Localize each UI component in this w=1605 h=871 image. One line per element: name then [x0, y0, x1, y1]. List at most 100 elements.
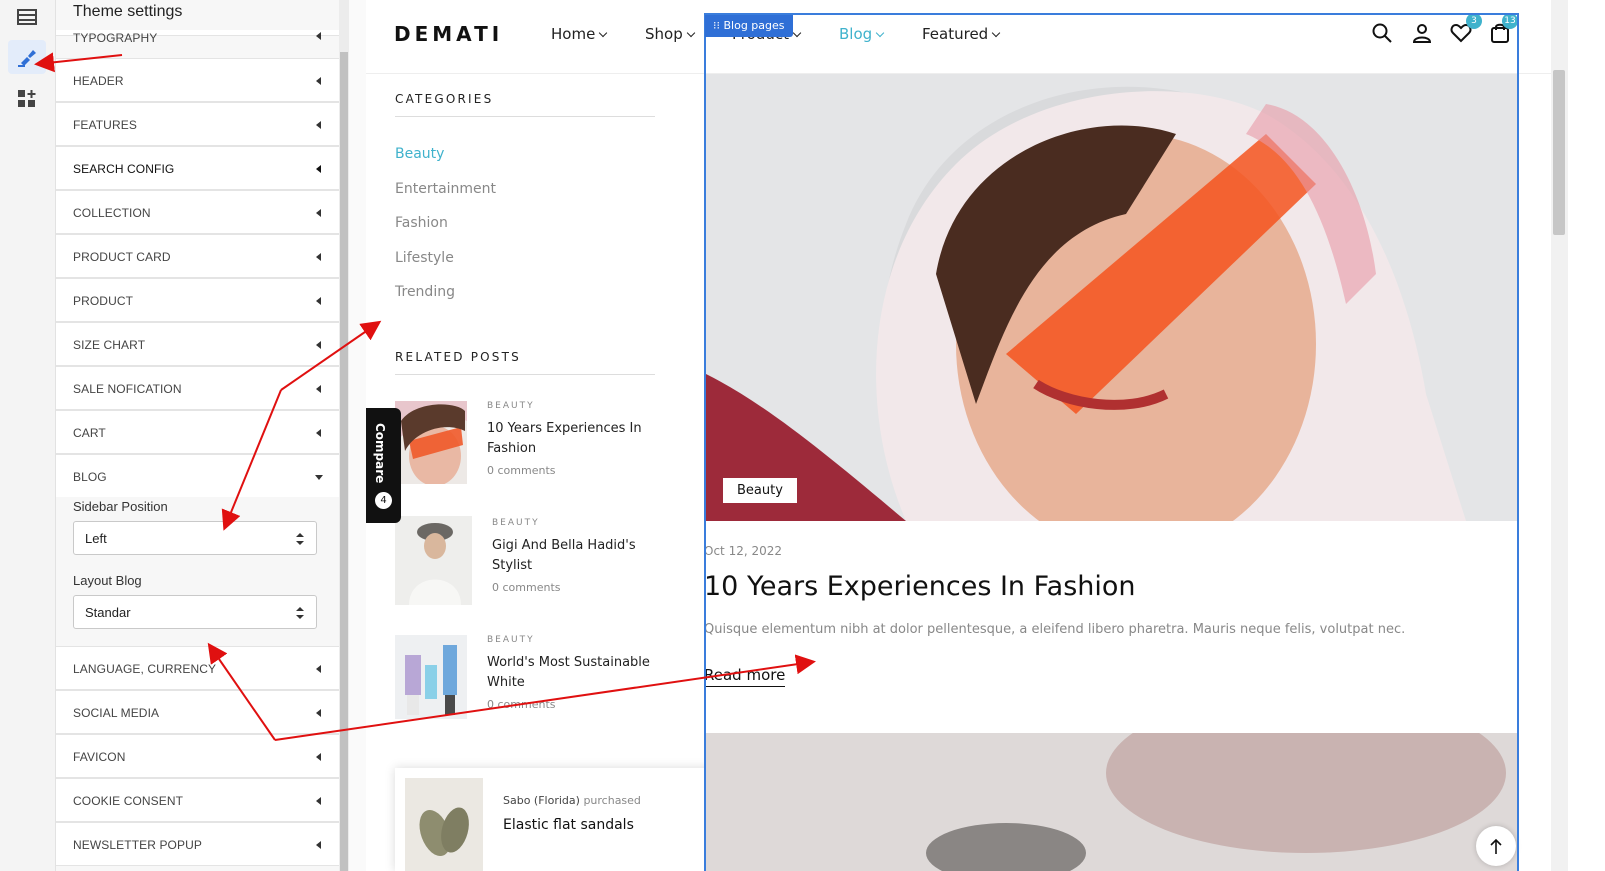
panel-scrollbar[interactable] — [339, 0, 349, 871]
layout-blog-select[interactable]: Standar — [73, 595, 317, 629]
section-label: Cart — [73, 426, 106, 440]
caret-left-icon — [316, 209, 321, 217]
sidebar-position-label: Sidebar Position — [73, 499, 168, 514]
sidebar-position-select[interactable]: Left — [73, 521, 317, 555]
caret-left-icon — [316, 709, 321, 717]
section-label: Features — [73, 118, 137, 132]
blog-pages-label: Blog pages — [723, 19, 785, 32]
section-label: Typography — [73, 31, 158, 45]
section-label: Collection — [73, 206, 151, 220]
preview-scrollbar[interactable] — [1551, 0, 1568, 871]
related-post-tag[interactable]: BEAUTY — [487, 401, 535, 411]
chevron-down-icon — [686, 28, 695, 38]
compare-tab[interactable]: Compare 4 — [366, 408, 401, 523]
storefront-preview: DEMATI Home Shop Product Blog Featured 3… — [366, 0, 1551, 871]
nav-shop[interactable]: Shop — [645, 25, 695, 43]
section-label: Social media — [73, 706, 160, 720]
purchased-product[interactable]: Elastic flat sandals — [503, 817, 634, 833]
section-collection[interactable]: Collection — [56, 190, 339, 234]
caret-left-icon — [316, 385, 321, 393]
sidebar-position-value: Left — [85, 531, 107, 546]
section-label: Search config — [73, 162, 175, 176]
caret-left-icon — [316, 797, 321, 805]
section-cart[interactable]: Cart — [56, 410, 339, 454]
section-sale-notification[interactable]: Sale nofication — [56, 366, 339, 410]
nav-label: Shop — [645, 25, 683, 43]
related-post-thumbnail[interactable] — [395, 516, 472, 605]
store-logo[interactable]: DEMATI — [394, 22, 503, 46]
purchase-action: purchased — [583, 794, 641, 807]
section-header[interactable]: Header — [56, 58, 339, 102]
section-highlight-frame — [704, 13, 1519, 871]
category-link[interactable]: Trending — [395, 284, 455, 300]
section-product[interactable]: Product — [56, 278, 339, 322]
nav-home[interactable]: Home — [551, 25, 608, 43]
section-label: Language, currency — [73, 662, 217, 676]
section-cookie-consent[interactable]: Cookie consent — [56, 778, 339, 822]
caret-left-icon — [316, 665, 321, 673]
nav-label: Home — [551, 25, 596, 43]
app-blocks-icon[interactable] — [8, 82, 46, 116]
section-language-currency[interactable]: Language, currency — [56, 646, 339, 690]
compare-count: 4 — [375, 492, 392, 509]
divider — [395, 374, 655, 375]
section-features[interactable]: Features — [56, 102, 339, 146]
caret-left-icon — [316, 841, 321, 849]
layout-blog-value: Standar — [85, 605, 131, 620]
purchase-notification: Sabo (Florida) purchased Elastic flat sa… — [395, 768, 741, 871]
compare-label: Compare — [373, 423, 387, 484]
section-size-chart[interactable]: Size chart — [56, 322, 339, 366]
blog-settings-body: Sidebar Position Left Layout Blog Standa… — [56, 497, 339, 649]
related-post-title[interactable]: World's Most Sustainable White — [487, 653, 657, 693]
section-social-media[interactable]: Social media — [56, 690, 339, 734]
section-newsletter-popup[interactable]: Newsletter popup — [56, 822, 339, 866]
related-post-tag[interactable]: BEAUTY — [492, 518, 540, 528]
caret-left-icon — [316, 121, 321, 129]
preview-gutter — [349, 0, 366, 871]
section-label: Newsletter popup — [73, 838, 202, 852]
divider — [395, 116, 655, 117]
related-post-title[interactable]: 10 Years Experiences In Fashion — [487, 419, 657, 459]
scrollbar-thumb[interactable] — [340, 52, 348, 871]
chevron-down-icon — [599, 28, 608, 38]
section-blog[interactable]: Blog — [56, 454, 339, 498]
sections-icon[interactable] — [8, 0, 46, 34]
category-link[interactable]: Beauty — [395, 146, 444, 162]
icon-rail — [0, 0, 56, 871]
section-label: Header — [73, 74, 124, 88]
caret-left-icon — [316, 341, 321, 349]
layout-blog-label: Layout Blog — [73, 573, 142, 588]
caret-left-icon — [316, 429, 321, 437]
related-post-thumbnail[interactable] — [395, 635, 467, 719]
category-link[interactable]: Lifestyle — [395, 250, 454, 266]
caret-left-icon — [316, 77, 321, 85]
purchaser-info: Sabo (Florida) purchased — [503, 794, 641, 807]
app-root: Typography Theme settings Header Feature… — [0, 0, 1605, 871]
product-thumbnail[interactable] — [405, 778, 483, 871]
section-label: Cookie consent — [73, 794, 184, 808]
caret-left-icon — [316, 753, 321, 761]
section-label: Sale nofication — [73, 382, 182, 396]
section-product-card[interactable]: Product card — [56, 234, 339, 278]
section-label: Product card — [73, 250, 171, 264]
caret-left-icon — [316, 165, 321, 173]
related-post-comments: 0 comments — [492, 581, 561, 594]
category-link[interactable]: Entertainment — [395, 181, 496, 197]
related-post-comments: 0 comments — [487, 698, 556, 711]
scrollbar-thumb[interactable] — [1553, 70, 1565, 235]
categories-heading: CATEGORIES — [395, 92, 494, 106]
section-search-config[interactable]: Search config — [56, 146, 339, 190]
select-arrows-icon — [296, 607, 304, 619]
related-post-thumbnail[interactable] — [395, 401, 467, 484]
purchaser-name: Sabo (Florida) — [503, 794, 580, 807]
section-favicon[interactable]: Favicon — [56, 734, 339, 778]
caret-left-icon — [316, 32, 321, 40]
blog-pages-section-tag[interactable]: ⁝⁝ Blog pages — [705, 15, 793, 37]
section-label: Blog — [73, 470, 107, 484]
category-link[interactable]: Fashion — [395, 215, 448, 231]
select-arrows-icon — [296, 533, 304, 545]
related-post-title[interactable]: Gigi And Bella Hadid's Stylist — [492, 536, 662, 576]
theme-settings-icon[interactable] — [8, 40, 46, 74]
related-post-tag[interactable]: BEAUTY — [487, 635, 535, 645]
section-label: Favicon — [73, 750, 126, 764]
